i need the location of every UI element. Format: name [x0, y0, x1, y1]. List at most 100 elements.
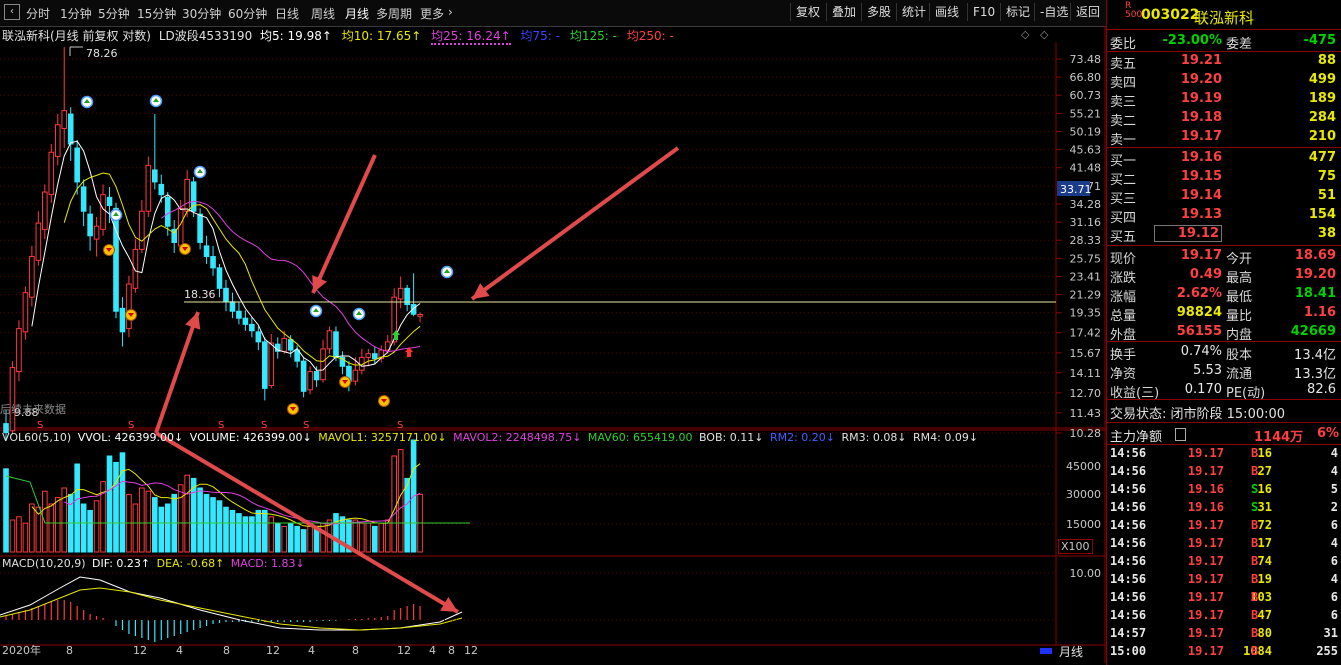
candle-body: [397, 287, 404, 300]
tick-count: 31: [1323, 626, 1338, 640]
tick-volume: 27: [1257, 464, 1272, 478]
fund-value: 5.53: [1193, 363, 1222, 378]
tick-direction: S: [1251, 500, 1259, 514]
mavol2-label: MAVOL2: 2248498.75↓: [453, 431, 582, 444]
volume-bar: [255, 509, 262, 553]
toolbar-button-0[interactable]: 复权: [790, 3, 825, 21]
stat-value: 0.49: [1189, 267, 1222, 282]
volume-bar: [268, 516, 275, 553]
toolbar-button-6[interactable]: 标记: [1000, 3, 1035, 21]
bid-price: 19.12: [1154, 225, 1222, 242]
s-marker-icon: S: [397, 420, 403, 431]
price-axis-label: 11.43: [1070, 407, 1102, 420]
price-axis-label: 12.70: [1070, 387, 1102, 400]
period-tab-4[interactable]: 30分钟: [182, 5, 221, 22]
capital-flow-label[interactable]: 主力净额: [1110, 426, 1162, 445]
weicha-label: 委差: [1226, 37, 1253, 52]
candle-body: [229, 301, 236, 312]
ma125-label: 均125: -: [569, 29, 617, 43]
toolbar-button-7[interactable]: -自选: [1034, 3, 1073, 21]
quote-stat-row-0: 现价 19.17 今开 18.69: [1107, 247, 1341, 267]
tick-direction: B: [1251, 572, 1259, 586]
toolbar-button-8[interactable]: 返回: [1070, 3, 1105, 21]
volume-bar: [320, 522, 326, 553]
toolbar-button-1[interactable]: 叠加: [826, 3, 861, 21]
tick-direction: S: [1251, 482, 1259, 496]
volume-bar: [74, 463, 80, 553]
bid-level-label: 买五: [1110, 230, 1137, 245]
volume-bar: [365, 522, 372, 553]
x-axis-label: 12: [397, 644, 411, 657]
back-icon[interactable]: ‹: [4, 4, 20, 20]
volume-bar: [16, 516, 22, 553]
rm4-label: RM4: 0.09↓: [913, 431, 979, 444]
volume-bar: [29, 503, 35, 553]
candle-body: [320, 348, 326, 381]
period-tab-6[interactable]: 日线: [275, 5, 299, 22]
volume-bar: [307, 525, 313, 553]
ma5-line: [31, 140, 421, 371]
toolbar-button-2[interactable]: 多股: [861, 3, 896, 21]
x-axis-label: 12: [266, 644, 280, 657]
candle-body: [326, 330, 333, 350]
capital-flow-value: 1144万: [1254, 430, 1304, 445]
capital-flow-pct: 6%: [1317, 426, 1340, 441]
period-tab-0[interactable]: 分时: [26, 5, 50, 22]
candle-body: [61, 110, 68, 129]
candle-body: [333, 331, 339, 358]
period-tab-2[interactable]: 5分钟: [98, 5, 130, 22]
annotation-arrow: [154, 311, 201, 434]
list-icon[interactable]: [1175, 428, 1186, 441]
macd-indicator-name: MACD(10,20,9): [2, 557, 86, 570]
candle-body: [164, 196, 171, 227]
period-tab-8[interactable]: 月线: [345, 5, 369, 22]
ask-row-3: 卖二 19.18 284: [1107, 109, 1341, 129]
ask-price: 19.17: [1180, 129, 1222, 144]
volume-bar: [54, 497, 61, 553]
tick-count: 6: [1330, 608, 1338, 622]
period-tab-9[interactable]: 多周期: [376, 5, 412, 22]
sell-signal-icon: [378, 395, 390, 407]
toolbar-button-5[interactable]: F10: [967, 3, 1000, 21]
candle-body: [255, 331, 262, 343]
volume-bar: [177, 484, 184, 553]
macd-value-label: MACD: 1.83↓: [230, 557, 305, 570]
candle-body: [132, 248, 139, 289]
toolbar-button-3[interactable]: 统计: [896, 3, 931, 21]
x-axis-label: 2020年: [2, 643, 41, 657]
period-tab-7[interactable]: 周线: [311, 5, 335, 22]
tick-count: 6: [1330, 590, 1338, 604]
volume-bar: [93, 500, 100, 553]
tick-row: 14:56 19.17 47 B 6: [1107, 608, 1341, 627]
tick-time: 14:56: [1110, 464, 1147, 478]
stat-value: 1.16: [1303, 305, 1336, 320]
price-axis-label: 17.42: [1070, 327, 1102, 340]
stat-value: 19.17: [1180, 248, 1222, 263]
sell-signal-icon: [287, 403, 299, 415]
stat-label: 涨幅: [1110, 290, 1137, 305]
annotation-arrow: [311, 154, 377, 294]
bid-price: 19.13: [1180, 207, 1222, 222]
period-tab-3[interactable]: 15分钟: [137, 5, 176, 22]
more-chevron-icon[interactable]: ›: [448, 5, 453, 19]
price-axis-label: 55.21: [1070, 107, 1102, 120]
tick-volume: 19: [1257, 572, 1272, 586]
tick-row: 15:00 19.17 1084 B 255: [1107, 644, 1341, 663]
macd-axis-label: 10.00: [1070, 567, 1102, 580]
ask-price: 19.19: [1180, 91, 1222, 106]
period-indicator[interactable]: 月线: [1059, 643, 1083, 660]
scroll-handle[interactable]: [1040, 648, 1052, 654]
diamond-icon[interactable]: ◇: [1021, 28, 1029, 41]
tick-price: 19.17: [1187, 536, 1224, 550]
toolbar-button-4[interactable]: 画线: [929, 3, 964, 21]
tick-volume: 74: [1257, 554, 1272, 568]
tick-price: 19.17: [1187, 644, 1224, 658]
settings-diamond-icon[interactable]: ◇: [1040, 28, 1048, 41]
period-tab-10[interactable]: 更多: [420, 5, 444, 22]
period-tab-5[interactable]: 60分钟: [228, 5, 267, 22]
stat-label: 涨跌: [1110, 271, 1137, 286]
buy-signal-icon: [440, 265, 454, 279]
period-tab-1[interactable]: 1分钟: [60, 5, 92, 22]
tick-volume: 17: [1257, 536, 1272, 550]
volume-bar: [48, 503, 55, 553]
